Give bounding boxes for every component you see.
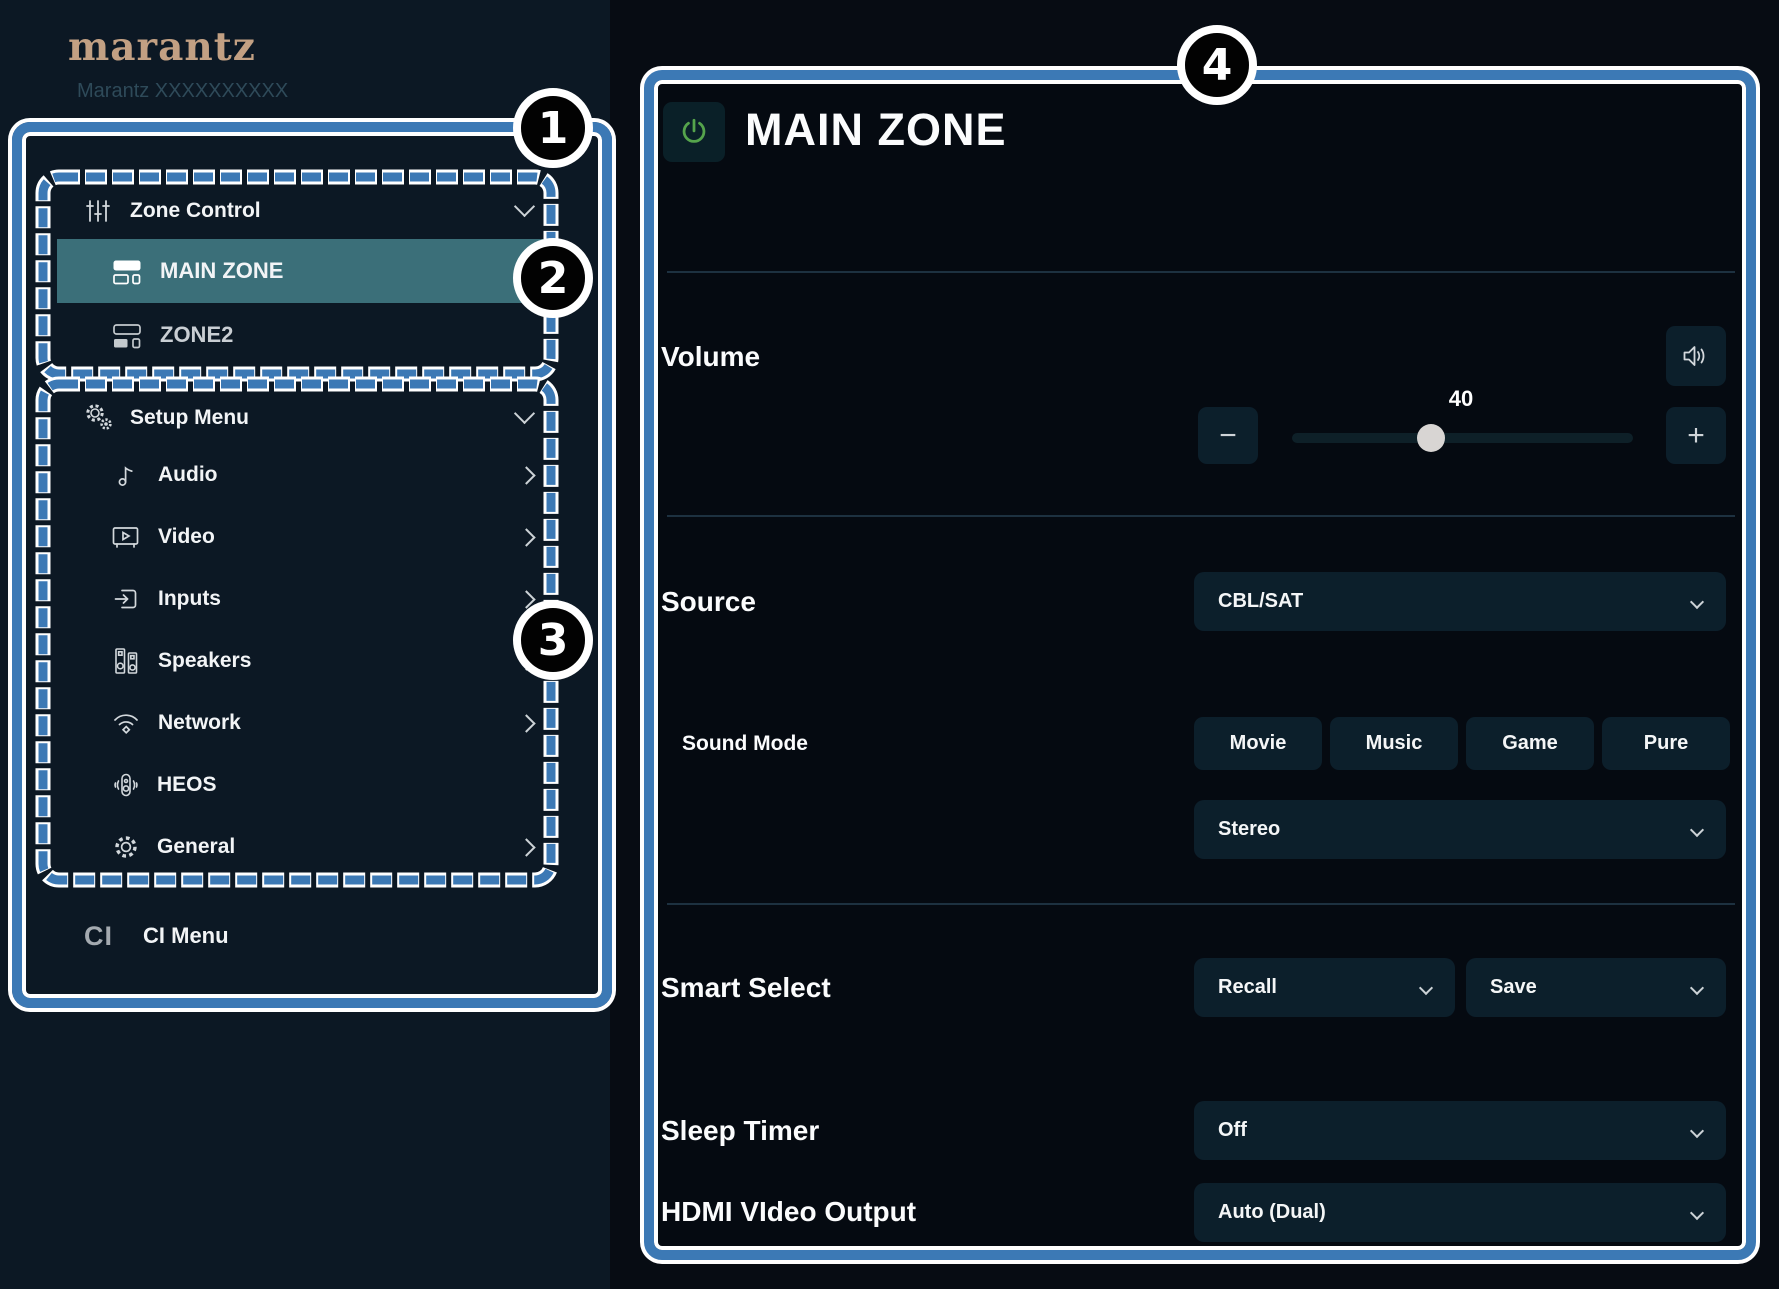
main-zone-icon (112, 258, 142, 285)
speaker-icon (1681, 343, 1711, 369)
smart-select-label: Smart Select (661, 972, 831, 1004)
callout-2: 2 (513, 238, 593, 318)
inputs-label: Inputs (158, 587, 221, 611)
sidebar-item-general[interactable]: General (57, 819, 549, 875)
sidebar-item-network[interactable]: Network (57, 695, 549, 751)
input-arrow-icon (113, 586, 139, 612)
sleep-timer-label: Sleep Timer (661, 1115, 819, 1147)
volume-plus-button[interactable]: + (1666, 407, 1726, 464)
sidebar-item-speakers[interactable]: Speakers (57, 633, 549, 689)
sound-mode-music-button[interactable]: Music (1330, 717, 1458, 770)
sliders-icon (84, 198, 112, 224)
marantz-web-control-ui: marantz Marantz XXXXXXXXXX Zone Control … (0, 0, 1779, 1289)
zone2-icon (112, 322, 142, 349)
setup-menu-header[interactable]: Setup Menu (84, 398, 546, 438)
sound-mode-pure-button[interactable]: Pure (1602, 717, 1730, 770)
recall-value: Recall (1218, 976, 1277, 999)
volume-value: 40 (1421, 386, 1501, 412)
audio-label: Audio (158, 463, 217, 487)
chevron-right-icon (517, 838, 535, 856)
volume-minus-button[interactable]: − (1198, 407, 1258, 464)
chevron-down-icon (1419, 980, 1433, 994)
chevron-down-icon (1690, 1123, 1704, 1137)
gear-icon (112, 833, 140, 861)
sound-mode-dropdown[interactable]: Stereo (1194, 800, 1726, 859)
volume-slider-track[interactable] (1292, 433, 1633, 443)
sidebar-item-main-zone[interactable]: MAIN ZONE (57, 239, 549, 303)
power-icon (678, 116, 710, 148)
sidebar-item-heos[interactable]: HEOS (57, 757, 549, 813)
sound-mode-game-button[interactable]: Game (1466, 717, 1594, 770)
chevron-right-icon (517, 528, 535, 546)
divider (667, 903, 1735, 905)
smart-select-save-dropdown[interactable]: Save (1466, 958, 1726, 1017)
power-button[interactable] (663, 102, 725, 162)
source-value: CBL/SAT (1218, 590, 1303, 613)
chevron-down-icon (1690, 1205, 1704, 1219)
sound-mode-movie-button[interactable]: Movie (1194, 717, 1322, 770)
callout-1: 1 (513, 88, 593, 168)
wifi-icon (111, 710, 141, 736)
volume-label: Volume (661, 341, 760, 373)
main-zone-title: MAIN ZONE (745, 104, 1007, 156)
sidebar-item-zone2[interactable]: ZONE2 (57, 303, 549, 367)
speakers-label: Speakers (158, 649, 251, 673)
video-monitor-icon (111, 524, 141, 550)
chevron-down-icon (1690, 594, 1704, 608)
chevron-down-icon (1690, 822, 1704, 836)
sleep-timer-dropdown[interactable]: Off (1194, 1101, 1726, 1160)
video-label: Video (158, 525, 215, 549)
smart-select-recall-dropdown[interactable]: Recall (1194, 958, 1455, 1017)
volume-slider-handle[interactable] (1417, 424, 1445, 452)
model-name: Marantz XXXXXXXXXX (77, 80, 288, 103)
callout-3: 3 (513, 600, 593, 680)
music-note-icon (113, 462, 139, 488)
setup-menu-label: Setup Menu (130, 406, 249, 430)
main-zone-label: MAIN ZONE (160, 258, 283, 284)
ci-menu-label: CI Menu (143, 923, 229, 949)
hdmi-video-output-label: HDMI VIdeo Output (661, 1196, 916, 1228)
save-value: Save (1490, 976, 1537, 999)
marantz-logo: marantz (68, 24, 256, 70)
network-label: Network (158, 711, 241, 735)
source-label: Source (661, 586, 756, 618)
sidebar-item-inputs[interactable]: Inputs (57, 571, 549, 627)
chevron-right-icon (517, 466, 535, 484)
sound-mode-value: Stereo (1218, 818, 1280, 841)
speakers-icon (113, 647, 139, 675)
chevron-down-icon (514, 196, 535, 217)
chevron-down-icon (514, 403, 535, 424)
zone2-label: ZONE2 (160, 322, 233, 348)
sleep-timer-value: Off (1218, 1119, 1247, 1142)
callout-4: 4 (1177, 25, 1257, 105)
chevron-right-icon (517, 714, 535, 732)
hdmi-video-output-value: Auto (Dual) (1218, 1201, 1326, 1224)
heos-icon (112, 771, 140, 799)
divider (667, 515, 1735, 517)
ci-icon: CI (84, 921, 113, 952)
source-dropdown[interactable]: CBL/SAT (1194, 572, 1726, 631)
zone-control-header[interactable]: Zone Control (84, 191, 546, 231)
sidebar-item-ci-menu[interactable]: CI CI Menu (84, 912, 546, 960)
hdmi-video-output-dropdown[interactable]: Auto (Dual) (1194, 1183, 1726, 1242)
gears-icon (84, 403, 114, 433)
zone-control-label: Zone Control (130, 199, 261, 223)
divider (667, 271, 1735, 273)
heos-label: HEOS (157, 773, 217, 797)
main-panel-annotation-frame (644, 70, 1756, 1260)
sidebar-item-video[interactable]: Video (57, 509, 549, 565)
sound-mode-label: Sound Mode (682, 732, 808, 756)
chevron-down-icon (1690, 980, 1704, 994)
mute-button[interactable] (1666, 326, 1726, 386)
general-label: General (157, 835, 235, 859)
sidebar-item-audio[interactable]: Audio (57, 447, 549, 503)
